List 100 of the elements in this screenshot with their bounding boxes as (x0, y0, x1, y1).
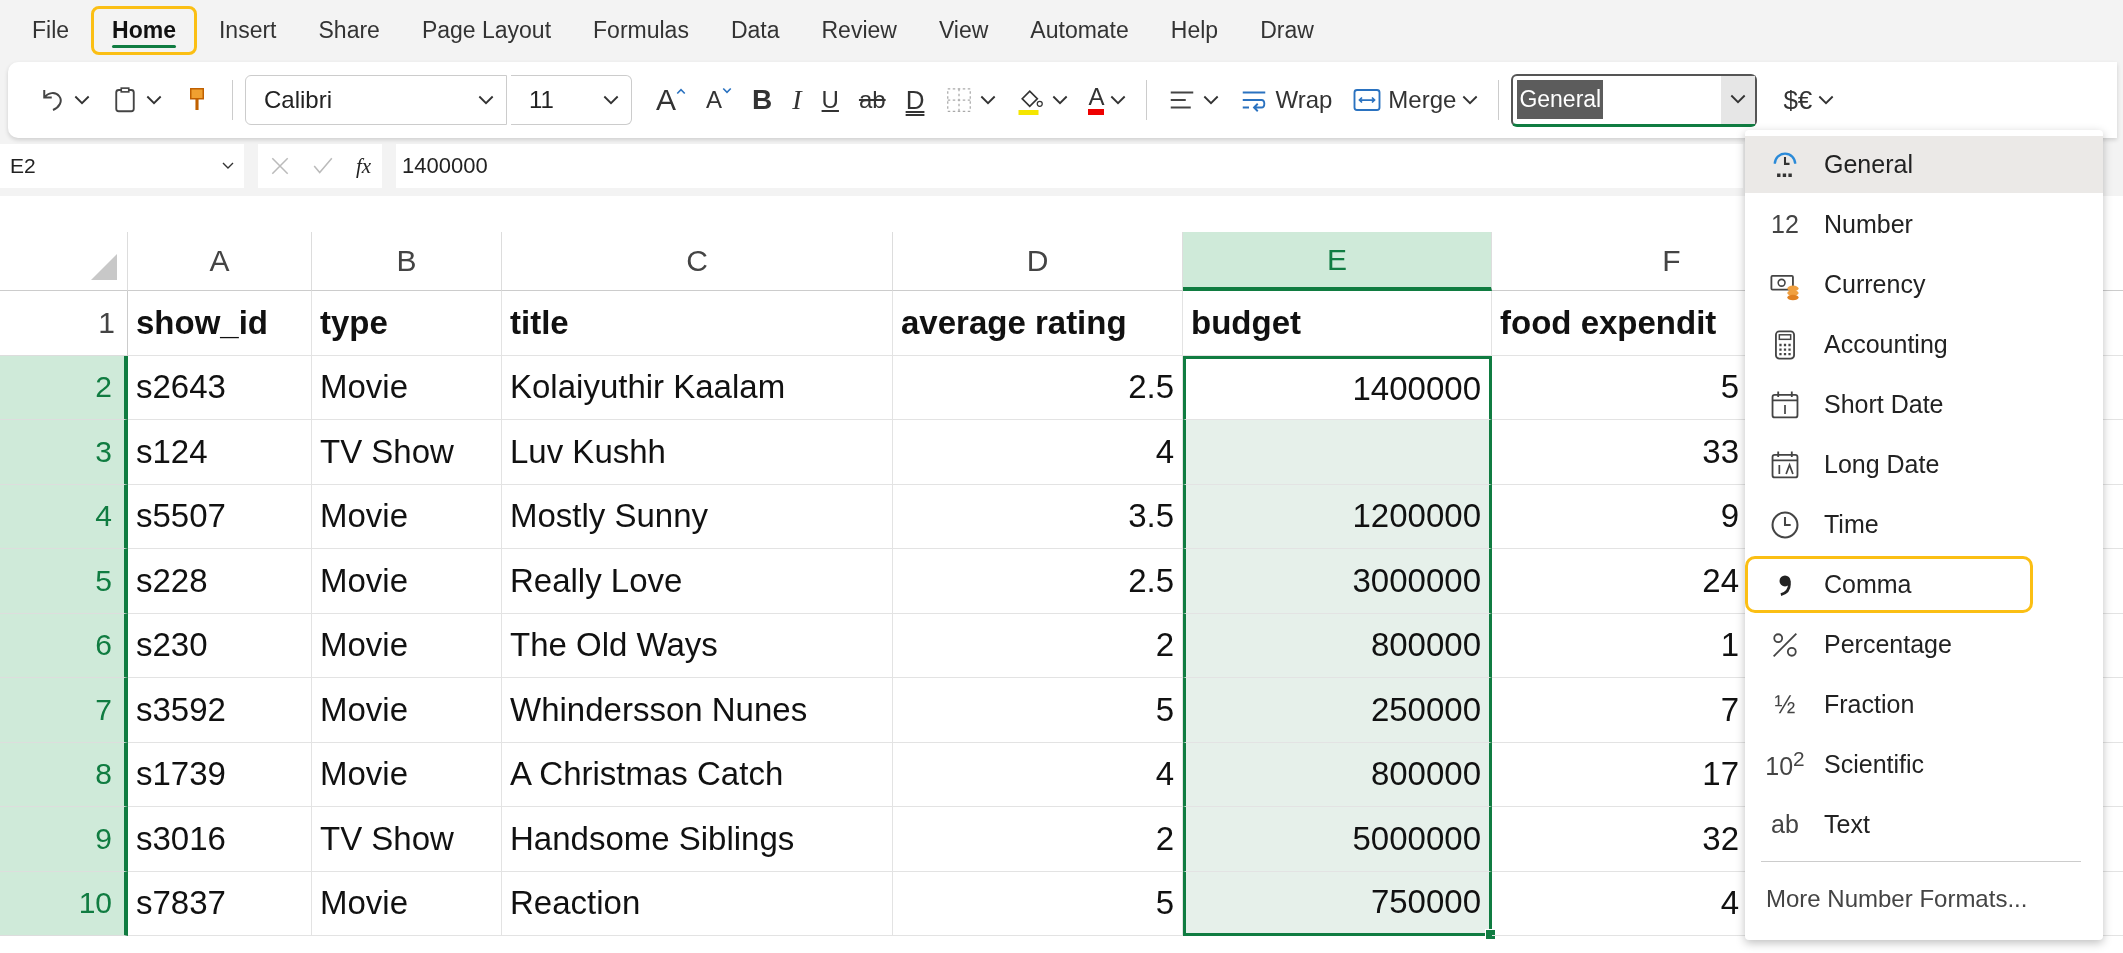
row-header[interactable]: 6 (0, 613, 128, 678)
table-cell: s3016 (128, 807, 312, 872)
menu-tab[interactable]: File (12, 6, 90, 54)
menu-tab[interactable]: Automate (1010, 6, 1149, 54)
row-header[interactable]: 8 (0, 742, 128, 807)
menu-tab[interactable]: Help (1150, 6, 1239, 54)
column-header[interactable]: B (312, 232, 502, 291)
table-cell: Movie (312, 355, 502, 420)
chevron-down-icon[interactable] (222, 162, 234, 170)
dunderline-button[interactable]: D (897, 75, 933, 125)
row-header[interactable]: 5 (0, 549, 128, 614)
table-cell: A Christmas Catch (502, 742, 893, 807)
chevron-down-icon[interactable] (603, 94, 619, 106)
wrap-button[interactable]: Wrap (1231, 75, 1341, 125)
table-cell: The Old Ways (502, 613, 893, 678)
menu-tab[interactable]: Data (710, 6, 800, 54)
menu-tab[interactable]: Draw (1240, 6, 1334, 54)
column-header[interactable]: E (1183, 232, 1492, 291)
currency-button[interactable]: $€ (1775, 75, 1843, 125)
insert-function-button[interactable]: fx (356, 153, 372, 179)
table-cell: type (312, 291, 502, 356)
row-header[interactable]: 7 (0, 678, 128, 743)
grow-button[interactable]: A (648, 75, 694, 125)
table-cell: s124 (128, 420, 312, 485)
table-cell: 5000000 (1183, 807, 1492, 872)
table-cell: Mostly Sunny (502, 484, 893, 549)
row-header[interactable]: 4 (0, 484, 128, 549)
table-cell: s5507 (128, 484, 312, 549)
chevron-down-icon[interactable] (1730, 94, 1747, 105)
table-cell: 1400000 (1183, 355, 1492, 420)
menu-tab[interactable]: Review (801, 6, 917, 54)
shrink-button[interactable]: A (698, 75, 741, 125)
table-cell: Movie (312, 613, 502, 678)
fontcolor-button[interactable]: A (1080, 75, 1135, 125)
chevron-down-icon[interactable] (1203, 94, 1220, 106)
font-field[interactable]: 11 (511, 75, 632, 125)
menu-tab[interactable]: View (918, 6, 1009, 54)
menu-tab[interactable]: Share (298, 6, 400, 54)
column-header[interactable]: A (128, 232, 312, 291)
name-box[interactable]: E2 (0, 144, 244, 188)
bold-button[interactable]: B (744, 75, 781, 125)
table-cell: 1200000 (1183, 484, 1492, 549)
table-cell: s1739 (128, 742, 312, 807)
formula-input[interactable]: 1400000 (396, 144, 1743, 188)
table-cell: s2643 (128, 355, 312, 420)
table-cell: Handsome Siblings (502, 807, 893, 872)
table-cell: Really Love (502, 549, 893, 614)
strike-button[interactable]: ab (850, 75, 894, 125)
chevron-down-icon[interactable] (980, 94, 997, 106)
table-cell: s230 (128, 613, 312, 678)
chevron-down-icon[interactable] (74, 94, 90, 106)
table-cell: Movie (312, 742, 502, 807)
underline-button[interactable]: U (813, 75, 847, 125)
format-glyph: ½ (1774, 690, 1796, 719)
row-header[interactable]: 3 (0, 420, 128, 485)
table-cell: Luv Kushh (502, 420, 893, 485)
table-cell: Reaction (502, 871, 893, 936)
table-cell: Kolaiyuthir Kaalam (502, 355, 893, 420)
menu-item[interactable]: Comma (1745, 556, 2033, 613)
menu-tab[interactable]: Formulas (573, 6, 709, 54)
table-cell: TV Show (312, 807, 502, 872)
table-cell: 800000 (1183, 742, 1492, 807)
merge-button[interactable]: Merge (1344, 75, 1487, 125)
chevron-down-icon[interactable] (1462, 94, 1479, 106)
row-header[interactable]: 10 (0, 871, 128, 936)
table-cell: TV Show (312, 420, 502, 485)
table-cell: Whindersson Nunes (502, 678, 893, 743)
table-cell: 250000 (1183, 678, 1492, 743)
table-cell: show_id (128, 291, 312, 356)
column-header[interactable]: C (502, 232, 893, 291)
menu-tab[interactable]: Insert (198, 6, 297, 54)
menu-tab[interactable]: Page Layout (401, 6, 572, 54)
chevron-down-icon[interactable] (1052, 94, 1069, 106)
menu-tab[interactable]: Home (91, 5, 197, 55)
chevron-down-icon[interactable] (1110, 94, 1127, 106)
row-header[interactable]: 2 (0, 355, 128, 420)
italic-button[interactable]: I (784, 75, 810, 125)
table-cell: title (502, 291, 893, 356)
number-format-field[interactable]: General (1511, 73, 1758, 127)
table-cell: s7837 (128, 871, 312, 936)
table-cell: Movie (312, 549, 502, 614)
chevron-down-icon[interactable] (146, 94, 162, 106)
row-header[interactable]: 1 (0, 291, 128, 356)
column-header[interactable]: D (893, 232, 1183, 291)
format-glyph: ab (1771, 810, 1799, 839)
font-field[interactable]: Calibri (245, 75, 507, 125)
caret-down-icon (722, 87, 733, 95)
chevron-down-icon[interactable] (1818, 94, 1835, 106)
menu-item[interactable]: General (1745, 136, 2103, 193)
comma-icon (1778, 573, 1792, 596)
table-cell: Movie (312, 678, 502, 743)
table-cell: Movie (312, 484, 502, 549)
table-cell: average rating (893, 291, 1183, 356)
format-glyph: 10$^{2}$ (1765, 747, 1805, 782)
row-header[interactable]: 9 (0, 807, 128, 872)
table-cell: budget (1183, 291, 1492, 356)
check-icon[interactable] (312, 155, 335, 177)
table-cell: Movie (312, 871, 502, 936)
caret-up-icon (676, 87, 686, 95)
chevron-down-icon[interactable] (478, 94, 494, 106)
